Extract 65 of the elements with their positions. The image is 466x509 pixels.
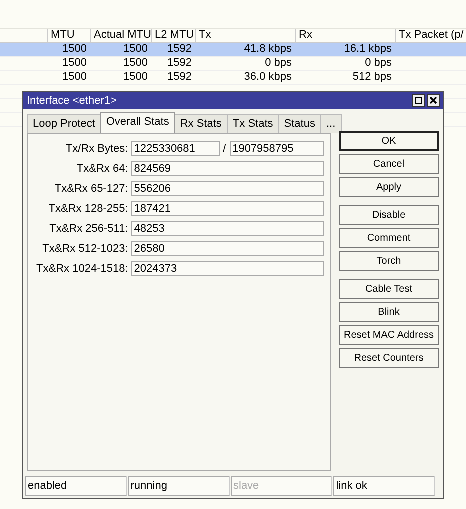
- table-cell-text: 0 bps: [264, 57, 293, 70]
- table-row[interactable]: 1500 1500 1592 41.8 kbps 16.1 kbps: [0, 43, 466, 57]
- dialog-button[interactable]: Comment: [339, 228, 439, 248]
- column-header[interactable]: Tx: [195, 29, 295, 42]
- tab[interactable]: ...: [320, 114, 342, 133]
- table-cell-text: 1500: [122, 43, 149, 56]
- table-cell-text: 1592: [166, 57, 193, 70]
- field-label: Tx&Rx 64:: [76, 162, 130, 174]
- tab[interactable]: Loop Protect: [27, 114, 102, 133]
- status-text: slave: [230, 476, 332, 496]
- tab[interactable]: Overall Stats: [100, 112, 176, 133]
- table-cell-text: 16.1 kbps: [343, 43, 393, 56]
- table-cell-text: 512 bps: [352, 71, 393, 84]
- table-row[interactable]: 1500 1500 1592 0 bps 0 bps: [0, 57, 466, 71]
- separator-text: /: [222, 142, 228, 154]
- tab[interactable]: Rx Stats: [174, 114, 228, 133]
- dialog-button[interactable]: Disable: [339, 205, 439, 225]
- status-text: running: [128, 476, 230, 496]
- dialog-button[interactable]: Apply: [339, 177, 439, 197]
- close-button[interactable]: [427, 94, 440, 107]
- column-header[interactable]: Tx Packet (p/: [395, 29, 466, 42]
- table-cell-text: 1500: [62, 57, 88, 70]
- dialog-button[interactable]: Reset Counters: [339, 348, 439, 368]
- tab[interactable]: Status: [278, 114, 322, 133]
- table-cell-text: 1500: [62, 43, 88, 56]
- dialog-button[interactable]: Blink: [339, 302, 439, 322]
- field-label: Tx&Rx 1024-1518:: [36, 262, 130, 274]
- maximize-button[interactable]: [412, 94, 425, 107]
- field-label: Tx&Rx 512-1023:: [42, 242, 130, 254]
- column-header[interactable]: MTU: [47, 29, 90, 42]
- dialog-button[interactable]: Torch: [339, 251, 439, 271]
- column-header[interactable]: Actual MTU: [90, 29, 151, 42]
- field-label: Tx&Rx 256-511:: [48, 222, 130, 234]
- table-cell-text: 36.0 kbps: [243, 71, 293, 84]
- dialog-button[interactable]: Reset MAC Address: [339, 325, 439, 345]
- table-cell-text: 0 bps: [364, 57, 393, 70]
- table-cell-text: 1500: [122, 57, 149, 70]
- input-field[interactable]: 2024373: [131, 261, 324, 276]
- window-title: Interface <ether1>: [27, 94, 117, 106]
- close-icon: [430, 97, 437, 104]
- table-cell-text: 1592: [166, 43, 193, 56]
- status-text: enabled: [25, 476, 127, 496]
- status-text: link ok: [333, 476, 435, 496]
- column-header[interactable]: Rx: [295, 29, 395, 42]
- tab[interactable]: Tx Stats: [226, 114, 280, 133]
- input-field[interactable]: 48253: [131, 221, 324, 236]
- square-icon: [415, 97, 422, 104]
- input-field[interactable]: 1907958795: [230, 141, 324, 156]
- table-cell-text: 41.8 kbps: [243, 43, 293, 56]
- input-field[interactable]: 556206: [131, 181, 324, 196]
- input-field[interactable]: 187421: [131, 201, 324, 216]
- field-label: Tx/Rx Bytes:: [64, 142, 130, 154]
- input-field[interactable]: 26580: [131, 241, 324, 256]
- dialog-button[interactable]: OK: [339, 131, 439, 151]
- field-label: Tx&Rx 65-127:: [54, 182, 130, 194]
- table-cell-text: 1592: [166, 71, 193, 84]
- input-field[interactable]: 1225330681: [131, 141, 220, 156]
- field-label: Tx&Rx 128-255:: [48, 202, 130, 214]
- dialog-button[interactable]: Cancel: [339, 154, 439, 174]
- input-field[interactable]: 824569: [131, 161, 324, 176]
- column-header[interactable]: L2 MTU: [151, 29, 195, 42]
- table-cell-text: 1500: [62, 71, 88, 84]
- table-cell-text: 1500: [122, 71, 149, 84]
- table-row[interactable]: 1500 1500 1592 36.0 kbps 512 bps: [0, 71, 466, 85]
- dialog-button[interactable]: Cable Test: [339, 279, 439, 299]
